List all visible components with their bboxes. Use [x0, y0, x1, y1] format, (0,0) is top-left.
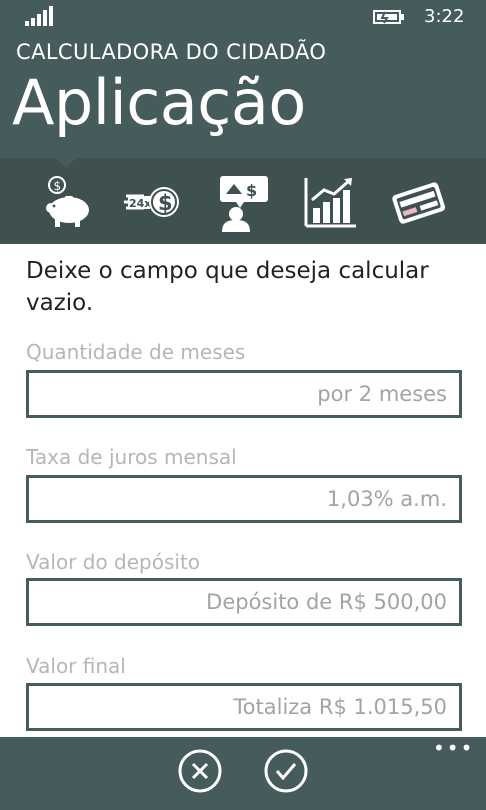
app-title: CALCULADORA DO CIDADÃO	[16, 40, 327, 64]
person-presentation-icon[interactable]: $	[214, 174, 274, 232]
interest-rate-field[interactable]	[26, 475, 462, 523]
status-bar: 3:22	[0, 0, 486, 34]
bar-chart-icon[interactable]	[302, 174, 362, 232]
phone-screen: 3:22 CALCULADORA DO CIDADÃO Aplicação $ …	[0, 0, 486, 810]
more-options-button[interactable]: •••	[433, 738, 472, 758]
app-bar	[0, 737, 486, 810]
cancel-icon	[178, 749, 222, 793]
final-value-label: Valor final	[26, 654, 126, 678]
interest-rate-input[interactable]	[29, 478, 459, 520]
svg-text:24x: 24x	[129, 197, 151, 210]
deposit-input[interactable]	[29, 581, 459, 623]
months-label: Quantidade de meses	[26, 340, 246, 364]
svg-text:$: $	[246, 181, 257, 200]
cancel-button[interactable]	[177, 748, 223, 794]
final-value-field[interactable]	[26, 683, 462, 731]
interest-rate-label: Taxa de juros mensal	[26, 445, 237, 469]
page-title: Aplicação	[12, 66, 306, 139]
confirm-button[interactable]	[263, 748, 309, 794]
deposit-label: Valor do depósito	[26, 550, 201, 574]
svg-text:$: $	[54, 179, 62, 193]
pivot-selection-pointer	[56, 158, 76, 168]
status-time: 3:22	[424, 6, 465, 27]
header: 3:22 CALCULADORA DO CIDADÃO Aplicação	[0, 0, 486, 158]
installments-24x-icon[interactable]: 24x $	[124, 174, 184, 232]
check-icon	[264, 749, 308, 793]
svg-text:$: $	[158, 191, 173, 215]
instruction-text: Deixe o campo que deseja calcular vazio.	[26, 258, 429, 316]
signal-bars-icon	[25, 6, 55, 26]
months-field[interactable]	[26, 370, 462, 418]
piggy-bank-icon[interactable]: $	[37, 174, 97, 232]
deposit-field[interactable]	[26, 578, 462, 626]
final-value-input[interactable]	[29, 686, 459, 728]
credit-card-icon[interactable]	[389, 174, 449, 232]
months-input[interactable]	[29, 373, 459, 415]
battery-charging-icon	[373, 9, 405, 25]
